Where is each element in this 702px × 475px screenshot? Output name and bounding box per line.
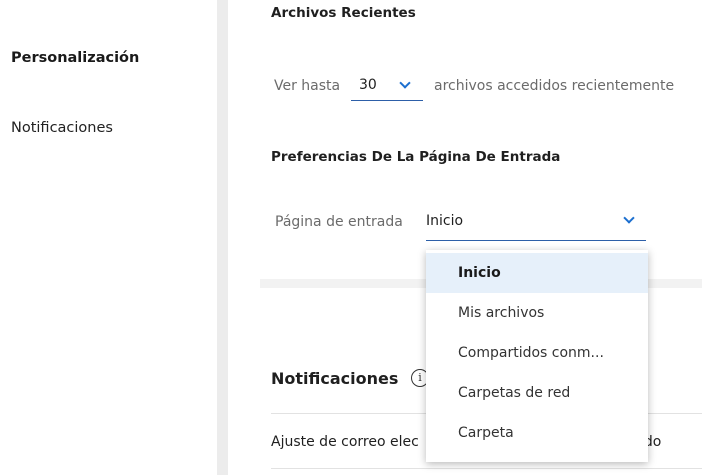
sidebar-item-personalizacion[interactable]: Personalización	[11, 50, 139, 66]
recent-files-prefix: Ver hasta	[274, 78, 341, 94]
landing-page-label: Página de entrada	[275, 214, 403, 230]
landing-page-selected-value: Inicio	[426, 213, 464, 229]
recent-files-title: Archivos Recientes	[271, 5, 416, 21]
notifications-title: Notificaciones	[271, 369, 399, 388]
recent-files-count-select[interactable]: 30	[351, 73, 423, 101]
dropdown-option-carpeta[interactable]: Carpeta	[426, 413, 648, 453]
email-setting-label: Ajuste de correo elec	[271, 434, 419, 450]
chevron-down-icon	[623, 212, 635, 224]
landing-page-select[interactable]: Inicio	[426, 207, 646, 241]
dropdown-option-inicio[interactable]: Inicio	[426, 253, 648, 293]
sidebar-divider	[217, 0, 228, 475]
sidebar-item-notificaciones[interactable]: Notificaciones	[11, 120, 113, 136]
chevron-down-icon	[399, 77, 411, 89]
landing-page-dropdown-menu: Inicio Mis archivos Compartidos conm... …	[426, 250, 648, 462]
dropdown-option-mis-archivos[interactable]: Mis archivos	[426, 293, 648, 333]
row-divider	[271, 468, 702, 469]
landing-prefs-title: Preferencias De La Página De Entrada	[271, 149, 561, 165]
dropdown-option-compartidos[interactable]: Compartidos conm...	[426, 333, 648, 373]
recent-files-suffix: archivos accedidos recientemente	[434, 78, 675, 94]
recent-files-count-value: 30	[359, 77, 377, 93]
dropdown-option-carpetas-de-red[interactable]: Carpetas de red	[426, 373, 648, 413]
sidebar: Personalización Notificaciones	[0, 0, 217, 475]
